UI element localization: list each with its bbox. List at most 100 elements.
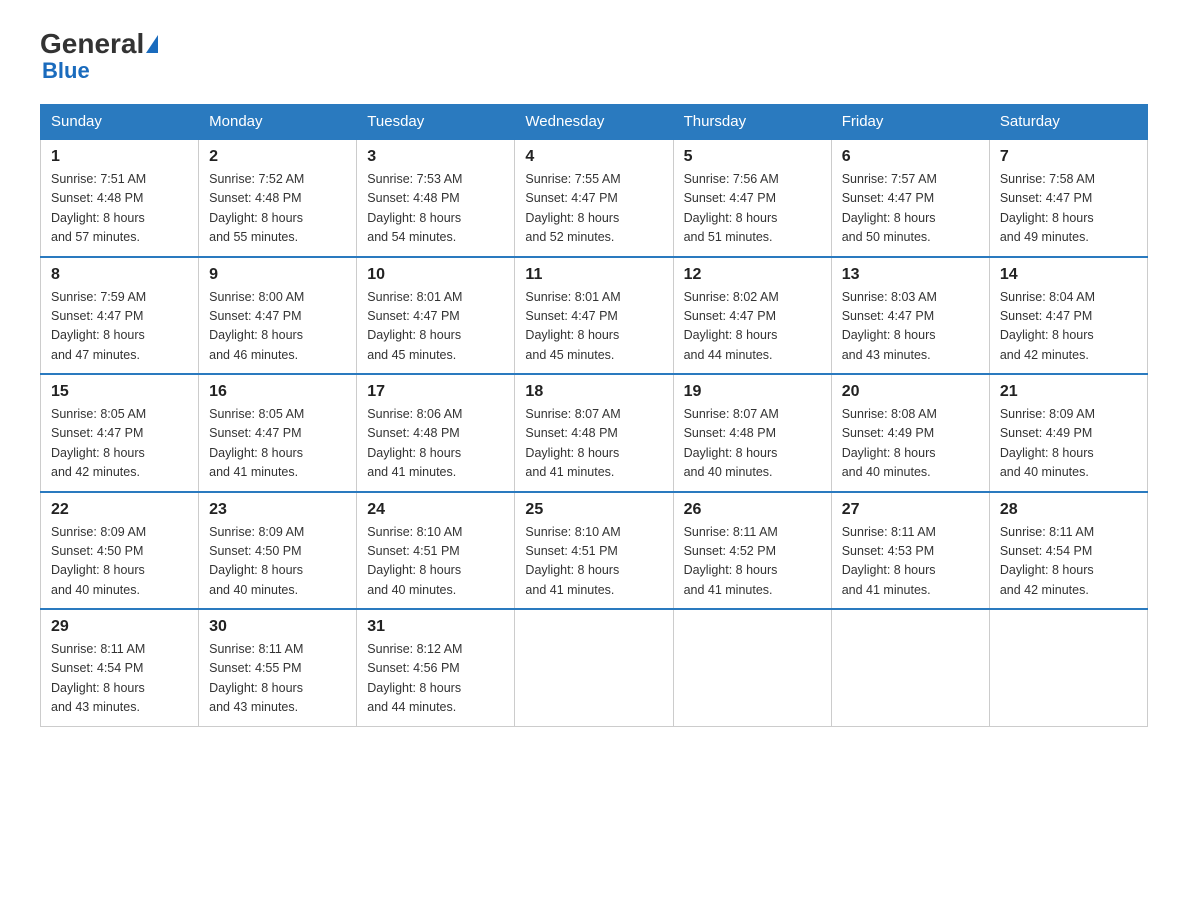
calendar-cell: 27 Sunrise: 8:11 AMSunset: 4:53 PMDaylig…	[831, 492, 989, 610]
day-number: 3	[367, 148, 504, 166]
day-number: 18	[525, 383, 662, 401]
day-info: Sunrise: 8:01 AMSunset: 4:47 PMDaylight:…	[525, 288, 662, 366]
header-thursday: Thursday	[673, 105, 831, 140]
header-saturday: Saturday	[989, 105, 1147, 140]
calendar-cell: 10 Sunrise: 8:01 AMSunset: 4:47 PMDaylig…	[357, 257, 515, 375]
day-number: 21	[1000, 383, 1137, 401]
calendar-cell: 3 Sunrise: 7:53 AMSunset: 4:48 PMDayligh…	[357, 139, 515, 257]
calendar-cell: 18 Sunrise: 8:07 AMSunset: 4:48 PMDaylig…	[515, 374, 673, 492]
calendar-cell: 26 Sunrise: 8:11 AMSunset: 4:52 PMDaylig…	[673, 492, 831, 610]
calendar-cell: 7 Sunrise: 7:58 AMSunset: 4:47 PMDayligh…	[989, 139, 1147, 257]
calendar-cell: 22 Sunrise: 8:09 AMSunset: 4:50 PMDaylig…	[41, 492, 199, 610]
day-info: Sunrise: 8:03 AMSunset: 4:47 PMDaylight:…	[842, 288, 979, 366]
day-number: 6	[842, 148, 979, 166]
calendar-cell	[831, 609, 989, 726]
header-tuesday: Tuesday	[357, 105, 515, 140]
calendar-cell: 9 Sunrise: 8:00 AMSunset: 4:47 PMDayligh…	[199, 257, 357, 375]
day-info: Sunrise: 7:59 AMSunset: 4:47 PMDaylight:…	[51, 288, 188, 366]
calendar-cell: 12 Sunrise: 8:02 AMSunset: 4:47 PMDaylig…	[673, 257, 831, 375]
day-info: Sunrise: 8:00 AMSunset: 4:47 PMDaylight:…	[209, 288, 346, 366]
day-info: Sunrise: 8:11 AMSunset: 4:52 PMDaylight:…	[684, 523, 821, 601]
calendar-cell: 31 Sunrise: 8:12 AMSunset: 4:56 PMDaylig…	[357, 609, 515, 726]
day-info: Sunrise: 8:06 AMSunset: 4:48 PMDaylight:…	[367, 405, 504, 483]
day-number: 11	[525, 266, 662, 284]
day-info: Sunrise: 7:53 AMSunset: 4:48 PMDaylight:…	[367, 170, 504, 248]
day-info: Sunrise: 8:08 AMSunset: 4:49 PMDaylight:…	[842, 405, 979, 483]
day-info: Sunrise: 8:12 AMSunset: 4:56 PMDaylight:…	[367, 640, 504, 718]
calendar-cell: 20 Sunrise: 8:08 AMSunset: 4:49 PMDaylig…	[831, 374, 989, 492]
day-number: 4	[525, 148, 662, 166]
week-row-5: 29 Sunrise: 8:11 AMSunset: 4:54 PMDaylig…	[41, 609, 1148, 726]
calendar-table: Sunday Monday Tuesday Wednesday Thursday…	[40, 104, 1148, 727]
week-row-4: 22 Sunrise: 8:09 AMSunset: 4:50 PMDaylig…	[41, 492, 1148, 610]
day-number: 1	[51, 148, 188, 166]
calendar-cell: 30 Sunrise: 8:11 AMSunset: 4:55 PMDaylig…	[199, 609, 357, 726]
day-info: Sunrise: 8:02 AMSunset: 4:47 PMDaylight:…	[684, 288, 821, 366]
calendar-cell: 29 Sunrise: 8:11 AMSunset: 4:54 PMDaylig…	[41, 609, 199, 726]
day-info: Sunrise: 8:09 AMSunset: 4:50 PMDaylight:…	[51, 523, 188, 601]
logo-general-text: General	[40, 30, 144, 58]
day-info: Sunrise: 8:04 AMSunset: 4:47 PMDaylight:…	[1000, 288, 1137, 366]
calendar-cell: 11 Sunrise: 8:01 AMSunset: 4:47 PMDaylig…	[515, 257, 673, 375]
logo: General Blue	[40, 30, 158, 84]
day-number: 10	[367, 266, 504, 284]
day-info: Sunrise: 8:11 AMSunset: 4:54 PMDaylight:…	[51, 640, 188, 718]
day-number: 5	[684, 148, 821, 166]
calendar-cell: 16 Sunrise: 8:05 AMSunset: 4:47 PMDaylig…	[199, 374, 357, 492]
day-number: 25	[525, 501, 662, 519]
day-info: Sunrise: 8:11 AMSunset: 4:55 PMDaylight:…	[209, 640, 346, 718]
calendar-cell	[515, 609, 673, 726]
day-info: Sunrise: 7:55 AMSunset: 4:47 PMDaylight:…	[525, 170, 662, 248]
day-number: 19	[684, 383, 821, 401]
header-friday: Friday	[831, 105, 989, 140]
day-info: Sunrise: 8:10 AMSunset: 4:51 PMDaylight:…	[367, 523, 504, 601]
day-info: Sunrise: 8:05 AMSunset: 4:47 PMDaylight:…	[51, 405, 188, 483]
day-number: 29	[51, 618, 188, 636]
calendar-cell	[673, 609, 831, 726]
header-sunday: Sunday	[41, 105, 199, 140]
day-info: Sunrise: 7:58 AMSunset: 4:47 PMDaylight:…	[1000, 170, 1137, 248]
day-info: Sunrise: 8:09 AMSunset: 4:49 PMDaylight:…	[1000, 405, 1137, 483]
day-number: 2	[209, 148, 346, 166]
day-number: 8	[51, 266, 188, 284]
day-info: Sunrise: 7:57 AMSunset: 4:47 PMDaylight:…	[842, 170, 979, 248]
day-number: 31	[367, 618, 504, 636]
calendar-cell: 24 Sunrise: 8:10 AMSunset: 4:51 PMDaylig…	[357, 492, 515, 610]
calendar-cell	[989, 609, 1147, 726]
header-monday: Monday	[199, 105, 357, 140]
calendar-cell: 23 Sunrise: 8:09 AMSunset: 4:50 PMDaylig…	[199, 492, 357, 610]
day-info: Sunrise: 7:56 AMSunset: 4:47 PMDaylight:…	[684, 170, 821, 248]
calendar-cell: 8 Sunrise: 7:59 AMSunset: 4:47 PMDayligh…	[41, 257, 199, 375]
calendar-cell: 2 Sunrise: 7:52 AMSunset: 4:48 PMDayligh…	[199, 139, 357, 257]
day-number: 13	[842, 266, 979, 284]
day-info: Sunrise: 8:09 AMSunset: 4:50 PMDaylight:…	[209, 523, 346, 601]
calendar-cell: 13 Sunrise: 8:03 AMSunset: 4:47 PMDaylig…	[831, 257, 989, 375]
calendar-cell: 28 Sunrise: 8:11 AMSunset: 4:54 PMDaylig…	[989, 492, 1147, 610]
calendar-cell: 14 Sunrise: 8:04 AMSunset: 4:47 PMDaylig…	[989, 257, 1147, 375]
day-number: 24	[367, 501, 504, 519]
day-info: Sunrise: 7:51 AMSunset: 4:48 PMDaylight:…	[51, 170, 188, 248]
page-header: General Blue	[40, 30, 1148, 84]
day-info: Sunrise: 8:05 AMSunset: 4:47 PMDaylight:…	[209, 405, 346, 483]
day-number: 26	[684, 501, 821, 519]
calendar-cell: 6 Sunrise: 7:57 AMSunset: 4:47 PMDayligh…	[831, 139, 989, 257]
calendar-cell: 1 Sunrise: 7:51 AMSunset: 4:48 PMDayligh…	[41, 139, 199, 257]
day-info: Sunrise: 8:10 AMSunset: 4:51 PMDaylight:…	[525, 523, 662, 601]
day-number: 14	[1000, 266, 1137, 284]
calendar-cell: 25 Sunrise: 8:10 AMSunset: 4:51 PMDaylig…	[515, 492, 673, 610]
day-info: Sunrise: 8:11 AMSunset: 4:53 PMDaylight:…	[842, 523, 979, 601]
day-number: 30	[209, 618, 346, 636]
day-number: 17	[367, 383, 504, 401]
weekday-header-row: Sunday Monday Tuesday Wednesday Thursday…	[41, 105, 1148, 140]
calendar-cell: 4 Sunrise: 7:55 AMSunset: 4:47 PMDayligh…	[515, 139, 673, 257]
day-info: Sunrise: 8:11 AMSunset: 4:54 PMDaylight:…	[1000, 523, 1137, 601]
week-row-1: 1 Sunrise: 7:51 AMSunset: 4:48 PMDayligh…	[41, 139, 1148, 257]
day-number: 23	[209, 501, 346, 519]
calendar-cell: 21 Sunrise: 8:09 AMSunset: 4:49 PMDaylig…	[989, 374, 1147, 492]
calendar-cell: 19 Sunrise: 8:07 AMSunset: 4:48 PMDaylig…	[673, 374, 831, 492]
day-number: 28	[1000, 501, 1137, 519]
logo-blue-text: Blue	[42, 58, 90, 84]
day-number: 20	[842, 383, 979, 401]
header-wednesday: Wednesday	[515, 105, 673, 140]
week-row-3: 15 Sunrise: 8:05 AMSunset: 4:47 PMDaylig…	[41, 374, 1148, 492]
